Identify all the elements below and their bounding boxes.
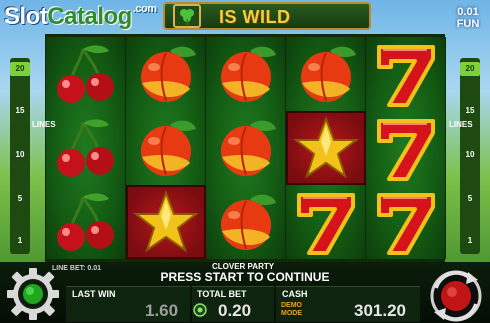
lines-label-left: LINES: [32, 120, 56, 129]
fun-balance: 0.01 FUN: [456, 6, 480, 30]
peach-icon: [301, 46, 356, 102]
spin-arrows-icon: [430, 270, 482, 322]
gear-icon: [7, 268, 59, 320]
peach-icon: [221, 46, 276, 102]
reel-3: [206, 37, 286, 259]
reel-4: [286, 37, 366, 259]
seven-symbol: [286, 185, 366, 259]
line-5-button[interactable]: 5: [460, 194, 480, 203]
line-20-button[interactable]: 20: [460, 62, 480, 76]
cash-value: 301.20: [354, 301, 406, 320]
reel-1: [46, 37, 126, 259]
last-win-value: 1.60: [145, 301, 179, 320]
settings-gear-button[interactable]: [4, 266, 62, 323]
cherry-icon: [57, 45, 114, 103]
cherry-symbol: [46, 37, 126, 111]
demo-mode-badge: DEMO MODE: [281, 302, 302, 317]
peach-symbol: [206, 37, 286, 111]
total-bet-value: 0.20: [218, 301, 252, 320]
spin-button[interactable]: [426, 268, 486, 323]
peach-icon: [141, 120, 196, 176]
reels-area: [45, 34, 446, 262]
slotcatalog-logo: Slot Catalog .com: [4, 3, 157, 30]
lines-column-left: 20 15 10 5 1: [10, 58, 30, 254]
bet-coin-icon[interactable]: [193, 303, 207, 322]
cherry-symbol: [46, 111, 126, 185]
clover-icon: [173, 4, 201, 28]
peach-symbol: [206, 185, 286, 259]
star-symbol: [126, 185, 206, 259]
line-20-button[interactable]: 20: [10, 62, 30, 76]
line-1-button[interactable]: 1: [460, 236, 480, 245]
wild-text: IS WILD: [219, 7, 291, 27]
peach-icon: [221, 120, 276, 176]
lines-label-right: LINES: [449, 120, 473, 130]
status-message: PRESS START TO CONTINUE: [160, 270, 330, 284]
top-bar: Slot Catalog .com IS WILD 0.01 FUN: [0, 0, 490, 34]
peach-symbol: [126, 37, 206, 111]
line-10-button[interactable]: 10: [460, 150, 480, 159]
lines-column-right: 20 15 10 5 1: [460, 58, 480, 254]
total-bet-label: TOTAL BET: [197, 289, 247, 299]
line-10-button[interactable]: 10: [10, 150, 30, 159]
cash-label: CASH: [282, 289, 308, 299]
peach-icon: [141, 46, 196, 102]
peach-symbol: [286, 37, 366, 111]
cherry-icon: [57, 119, 114, 177]
seven-icon: [377, 45, 435, 107]
line-15-button[interactable]: 15: [10, 106, 30, 115]
peach-symbol: [206, 111, 286, 185]
cherry-symbol: [46, 185, 126, 259]
game-screen: Slot Catalog .com IS WILD 0.01 FUN 20 15…: [0, 0, 490, 323]
star-symbol: [286, 111, 366, 185]
seven-symbol: [366, 185, 446, 259]
wild-banner: IS WILD: [163, 2, 371, 30]
seven-symbol: [366, 111, 446, 185]
star-icon: [133, 190, 199, 253]
peach-symbol: [126, 111, 206, 185]
line-5-button[interactable]: 5: [10, 194, 30, 203]
seven-icon: [297, 193, 355, 255]
line-1-button[interactable]: 1: [10, 236, 30, 245]
seven-icon: [377, 119, 435, 181]
reel-2: [126, 37, 206, 259]
last-win-label: LAST WIN: [72, 289, 116, 299]
peach-icon: [221, 194, 276, 250]
star-icon: [293, 116, 359, 179]
reel-5: [366, 37, 446, 259]
cherry-icon: [57, 193, 114, 251]
line-15-button[interactable]: 15: [460, 106, 480, 115]
seven-icon: [377, 193, 435, 255]
seven-symbol: [366, 37, 446, 111]
